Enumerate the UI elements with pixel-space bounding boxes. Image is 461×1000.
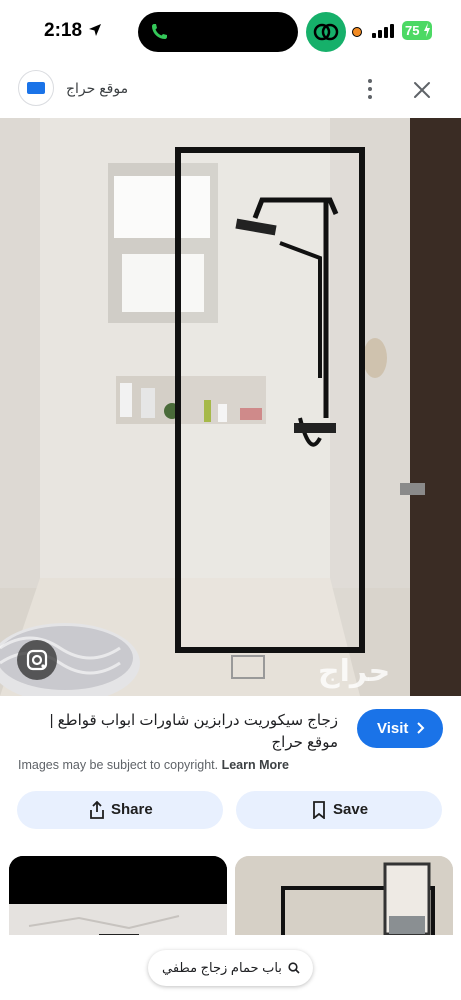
close-icon[interactable] bbox=[410, 78, 434, 102]
site-name[interactable]: موقع حراج bbox=[66, 80, 128, 97]
search-icon bbox=[288, 962, 300, 974]
share-label: Share bbox=[111, 801, 153, 818]
more-vert-icon[interactable] bbox=[358, 76, 382, 102]
battery-level: 75 bbox=[405, 23, 420, 38]
dynamic-island[interactable] bbox=[138, 12, 298, 52]
charging-bolt-icon bbox=[424, 23, 430, 37]
copyright-notice: Images may be subject to copyright. Lear… bbox=[18, 758, 289, 772]
share-icon bbox=[90, 801, 104, 819]
share-button[interactable]: Share bbox=[17, 791, 223, 829]
google-lens-icon[interactable] bbox=[17, 640, 57, 680]
search-chip-label: باب حمام زجاج مطفي bbox=[162, 960, 282, 975]
clock: 2:18 bbox=[44, 20, 83, 41]
battery-icon: 75 bbox=[402, 21, 432, 40]
image-watermark: حراج bbox=[318, 654, 391, 689]
bookmark-icon bbox=[313, 801, 325, 819]
phone-call-icon bbox=[152, 24, 167, 39]
learn-more-link[interactable]: Learn More bbox=[222, 758, 289, 772]
result-image[interactable] bbox=[0, 118, 461, 696]
bathroom-photo bbox=[0, 118, 461, 696]
chevron-right-icon bbox=[417, 722, 425, 734]
visit-label: Visit bbox=[377, 720, 409, 737]
save-button[interactable]: Save bbox=[236, 791, 442, 829]
save-label: Save bbox=[333, 801, 369, 818]
copyright-text: Images may be subject to copyright. bbox=[18, 758, 219, 772]
signal-icon bbox=[372, 24, 396, 38]
image-viewer-header: موقع حراج bbox=[0, 62, 461, 118]
site-logo-icon[interactable] bbox=[18, 70, 54, 106]
related-search-chip[interactable]: باب حمام زجاج مطفي bbox=[148, 950, 313, 986]
visit-button[interactable]: Visit bbox=[357, 709, 443, 748]
app-ring-icon[interactable] bbox=[306, 12, 346, 52]
recording-dot-icon bbox=[352, 27, 362, 37]
location-arrow-icon bbox=[89, 24, 101, 36]
status-bar: 2:18 75 bbox=[0, 0, 461, 62]
result-caption[interactable]: زجاج سيكوريت درابزين شاورات ابواب قواطع … bbox=[18, 710, 338, 754]
